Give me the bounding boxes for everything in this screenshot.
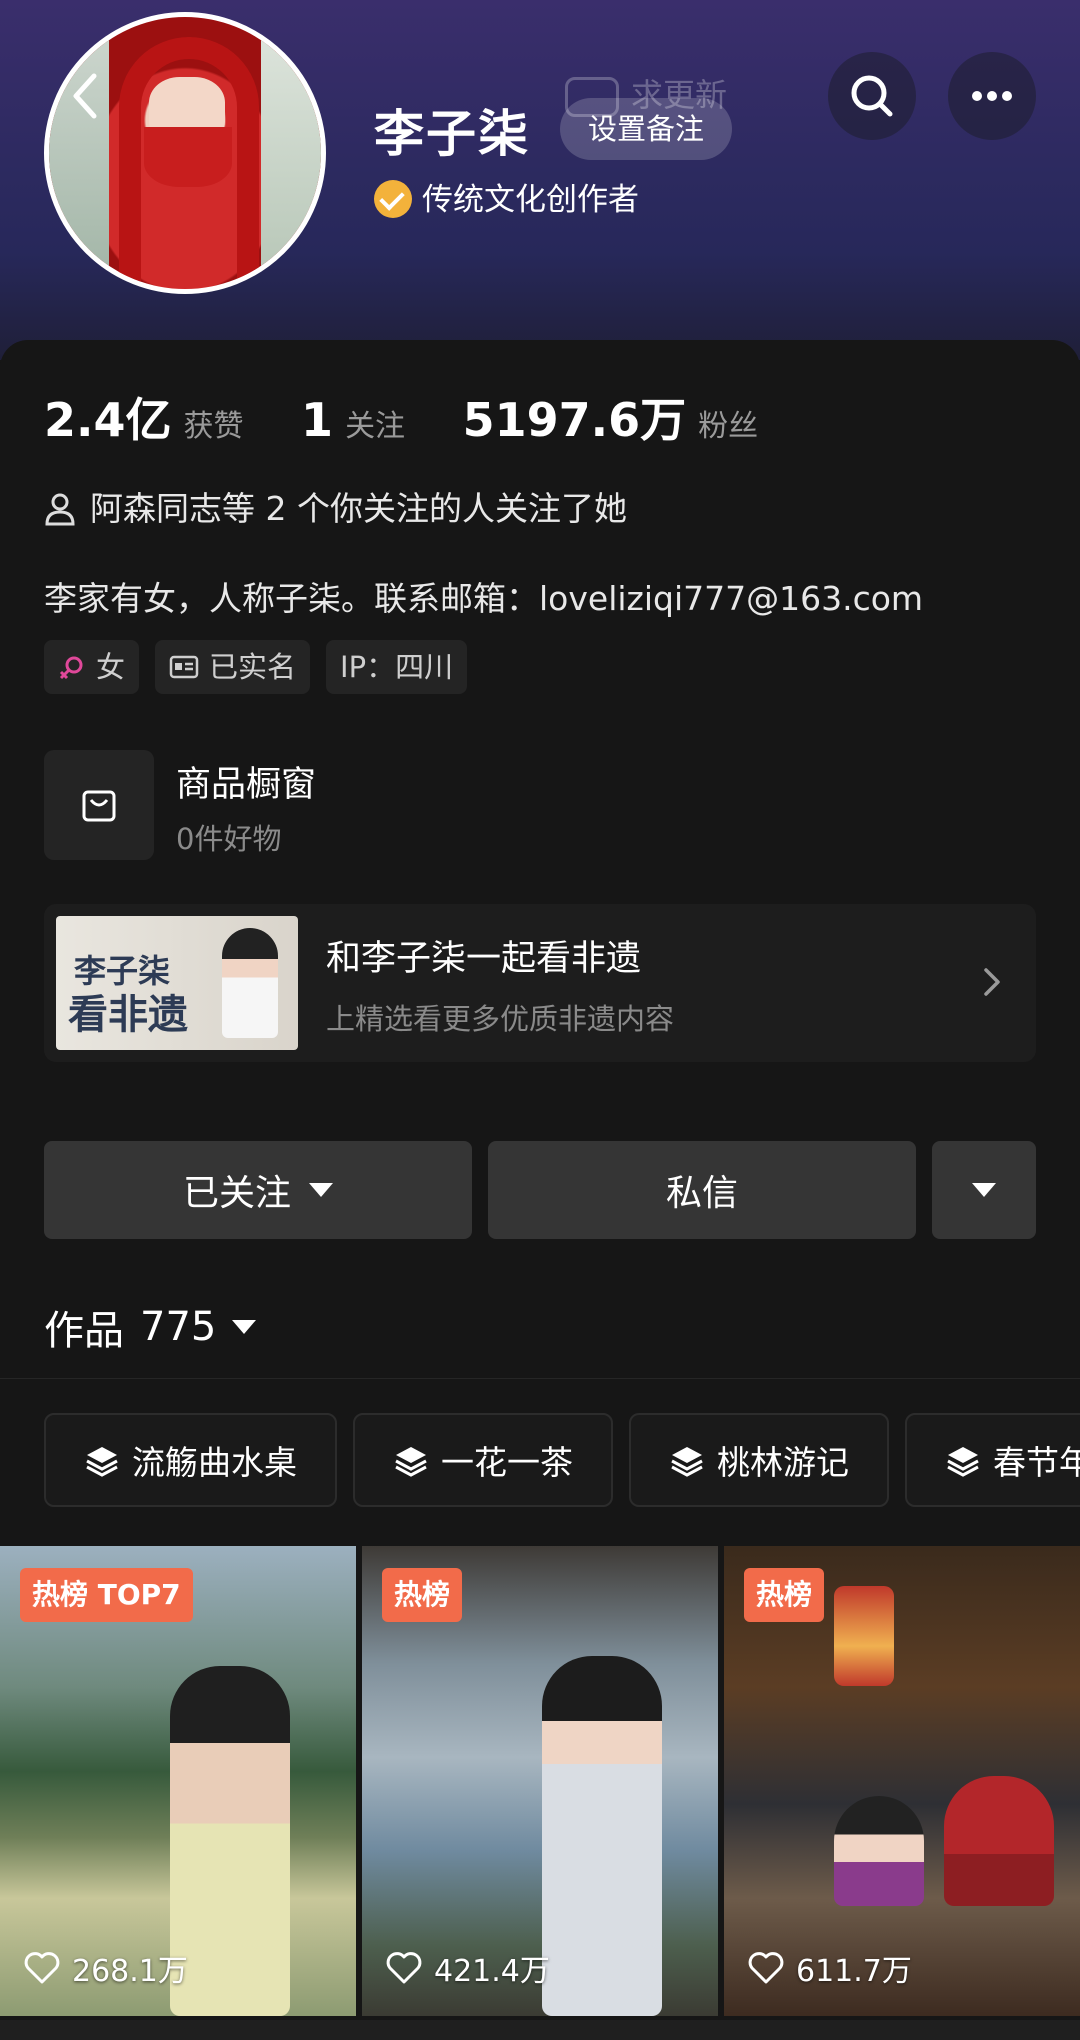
like-count: 421.4万: [386, 1946, 550, 1990]
likes-stat[interactable]: 2.4亿 获赞: [44, 393, 244, 447]
stack-icon: [395, 1447, 427, 1477]
banner-subtitle: 上精选看更多优质非遗内容: [326, 1002, 675, 1036]
collection-chip[interactable]: 桃林游记: [629, 1413, 889, 1507]
collection-chips: 流觞曲水桌 一花一茶 桃林游记 春节年: [44, 1413, 1080, 1507]
hot-badge: 热榜 TOP7: [20, 1568, 193, 1622]
back-icon: [73, 73, 97, 119]
ip-tag: IP：四川: [326, 640, 468, 694]
following-stat[interactable]: 1 关注: [301, 393, 405, 447]
id-card-icon: [169, 655, 199, 679]
divider: [0, 1378, 1080, 1379]
back-button[interactable]: [58, 66, 118, 126]
verified-label: 传统文化创作者: [374, 174, 639, 219]
heritage-banner[interactable]: 李子柒 看非遗 和李子柒一起看非遗 上精选看更多优质非遗内容: [44, 904, 1036, 1062]
stack-icon: [947, 1447, 979, 1477]
profile-name: 李子柒: [374, 105, 530, 163]
banner-image: 李子柒 看非遗: [56, 916, 298, 1050]
search-icon: [851, 75, 893, 117]
shop-window[interactable]: 商品橱窗 0件好物: [44, 750, 1044, 860]
search-button[interactable]: [828, 52, 916, 140]
works-tab[interactable]: 作品 775: [44, 1298, 257, 1356]
caret-down-icon: [309, 1183, 333, 1197]
more-actions-button[interactable]: [932, 1141, 1036, 1239]
gender-tag: 女: [44, 640, 140, 694]
shop-subtitle: 0件好物: [176, 822, 282, 856]
collection-chip[interactable]: 流觞曲水桌: [44, 1413, 337, 1507]
collection-chip[interactable]: 一花一茶: [353, 1413, 613, 1507]
followed-button[interactable]: 已关注: [44, 1141, 472, 1239]
bag-icon: [82, 790, 116, 822]
video-thumbnail[interactable]: 热榜 421.4万: [362, 1546, 718, 2016]
banner-title: 和李子柒一起看非遗: [326, 939, 642, 979]
verified-icon: [374, 180, 412, 218]
shop-title: 商品橱窗: [176, 765, 317, 805]
collection-chip[interactable]: 春节年: [905, 1413, 1080, 1507]
more-icon: [972, 91, 1012, 101]
like-count: 611.7万: [748, 1946, 912, 1990]
user-icon: [45, 493, 75, 526]
stack-icon: [671, 1447, 703, 1477]
stack-icon: [86, 1447, 118, 1477]
heart-icon: [386, 1952, 422, 1984]
real-name-tag: 已实名: [155, 640, 311, 694]
stats-row: 2.4亿 获赞 1 关注 5197.6万 粉丝: [44, 384, 806, 450]
avatar[interactable]: [44, 12, 326, 294]
heart-icon: [24, 1952, 60, 1984]
caret-down-icon: [972, 1183, 996, 1197]
heart-icon: [748, 1952, 784, 1984]
bio: 李家有女，人称子柒。联系邮箱：loveliziqi777@163.com: [44, 579, 924, 618]
hot-badge: 热榜: [744, 1568, 825, 1622]
followers-stat[interactable]: 5197.6万 粉丝: [463, 393, 759, 447]
video-thumbnail[interactable]: 热榜 611.7万: [724, 1546, 1080, 2016]
next-row-preview: [0, 2020, 1080, 2040]
message-button[interactable]: 私信: [488, 1141, 916, 1239]
hot-badge: 热榜: [382, 1568, 463, 1622]
chevron-right-icon: [984, 968, 1000, 996]
video-thumbnail[interactable]: 热榜 TOP7 268.1万: [0, 1546, 356, 2016]
mutual-followers[interactable]: 阿森同志等 2 个你关注的人关注了她: [44, 482, 627, 530]
profile-tags: 女 已实名 IP：四川: [44, 640, 468, 694]
shop-icon-box: [44, 750, 154, 860]
more-button[interactable]: [948, 52, 1036, 140]
female-icon: [59, 656, 83, 680]
caret-down-icon: [232, 1320, 257, 1334]
set-remark-button[interactable]: 设置备注: [560, 98, 733, 160]
like-count: 268.1万: [24, 1946, 188, 1990]
